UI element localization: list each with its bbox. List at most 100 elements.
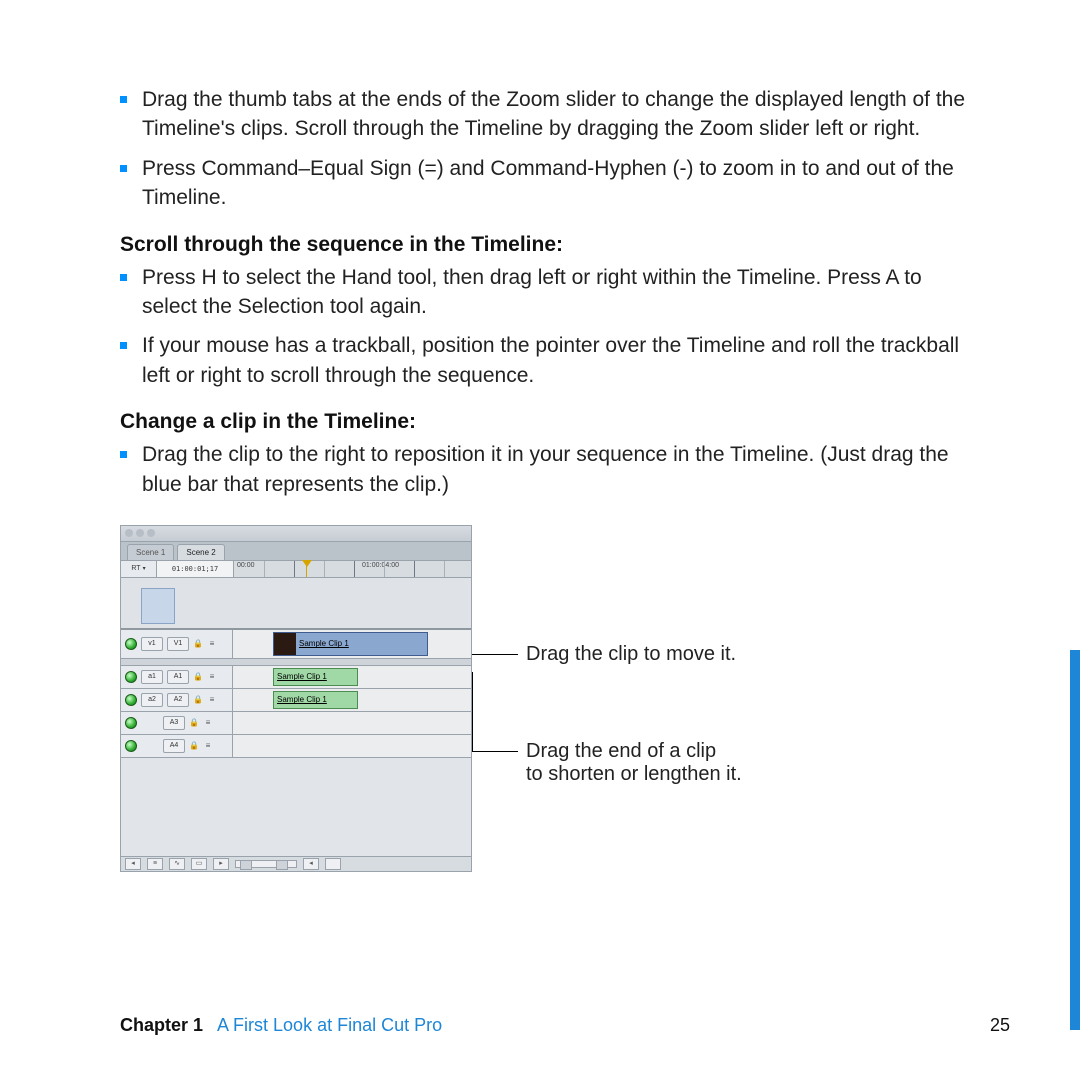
clip-label: Sample Clip 1: [299, 639, 349, 648]
insert-ghost-clip: [141, 588, 175, 624]
canvas-gap: [121, 578, 471, 630]
rt-label: RT: [131, 565, 140, 572]
track-body-a1[interactable]: Sample Clip 1: [233, 666, 471, 688]
track-divider: [121, 659, 471, 666]
timeline-panel: Scene 1 Scene 2 RT ▾ 01:00:01;17 00:00 0…: [120, 525, 472, 872]
footer-chapter: Chapter 1: [120, 1015, 203, 1036]
window-titlebar: [121, 526, 471, 542]
document-page: Drag the thumb tabs at the ends of the Z…: [0, 0, 1080, 1080]
dest-a4-button[interactable]: A4: [163, 739, 185, 753]
scroll-left-button[interactable]: ◂: [303, 858, 319, 870]
dest-a2-button[interactable]: A2: [167, 693, 189, 707]
track-body-a3[interactable]: [233, 712, 471, 734]
video-clip-sample-1[interactable]: Sample Clip 1: [273, 632, 428, 656]
track-header-a4[interactable]: A4 🔒 ≡: [121, 735, 233, 757]
rt-popup-button[interactable]: RT ▾: [121, 561, 157, 577]
clip-label: Sample Clip 1: [277, 672, 327, 681]
track-enable-led-icon[interactable]: [125, 694, 137, 706]
footer-button[interactable]: ▭: [191, 858, 207, 870]
callout-move-clip: Drag the clip to move it.: [500, 643, 736, 666]
track-header-a1[interactable]: a1 A1 🔒 ≡: [121, 666, 233, 688]
footer-page-number: 25: [990, 1015, 1010, 1036]
ruler-row: RT ▾ 01:00:01;17 00:00 01:00:04:00: [121, 561, 471, 578]
tab-scene-1[interactable]: Scene 1: [127, 544, 174, 560]
track-enable-led-icon[interactable]: [125, 740, 137, 752]
section-heading-scroll: Scroll through the sequence in the Timel…: [120, 233, 972, 257]
audio-track-a3: A3 🔒 ≡: [121, 712, 471, 735]
section-edge-tab: [1070, 650, 1080, 1030]
dropdown-arrow-icon: ▾: [143, 565, 146, 572]
ruler-label-start: 00:00: [237, 562, 255, 569]
lock-icon[interactable]: 🔒: [193, 639, 203, 649]
autoselect-icon[interactable]: ≡: [207, 695, 217, 705]
scroll-box[interactable]: [325, 858, 341, 870]
close-dot-icon[interactable]: [125, 529, 133, 537]
audio-track-a2: a2 A2 🔒 ≡ Sample Clip 1: [121, 689, 471, 712]
time-ruler[interactable]: 00:00 01:00:04:00: [234, 561, 471, 577]
video-track-v1: v1 V1 🔒 ≡ Sample Clip 1: [121, 630, 471, 659]
scroll-bullet-list: Press H to select the Hand tool, then dr…: [120, 263, 972, 391]
current-timecode-field[interactable]: 01:00:01;17: [157, 561, 234, 577]
callout-text-line1: Drag the end of a clip: [526, 740, 716, 762]
callout-text: Drag the clip to move it.: [526, 643, 736, 665]
footer-title: A First Look at Final Cut Pro: [217, 1015, 442, 1036]
top-bullet-list: Drag the thumb tabs at the ends of the Z…: [120, 85, 972, 213]
source-a1-button[interactable]: a1: [141, 670, 163, 684]
footer-button[interactable]: ▸: [213, 858, 229, 870]
bullet-item: Drag the thumb tabs at the ends of the Z…: [120, 85, 972, 144]
track-body-v1[interactable]: Sample Clip 1: [233, 630, 471, 658]
audio-track-a4: A4 🔒 ≡: [121, 735, 471, 758]
tab-scene-2[interactable]: Scene 2: [177, 544, 224, 560]
sequence-tabs: Scene 1 Scene 2: [121, 542, 471, 561]
change-bullet-list: Drag the clip to the right to reposition…: [120, 440, 972, 499]
playhead-marker-icon: [302, 560, 312, 567]
track-enable-led-icon[interactable]: [125, 671, 137, 683]
dest-v1-button[interactable]: V1: [167, 637, 189, 651]
zoom-dot-icon[interactable]: [147, 529, 155, 537]
timeline-figure: Scene 1 Scene 2 RT ▾ 01:00:01;17 00:00 0…: [120, 525, 972, 872]
zoom-slider[interactable]: [235, 860, 297, 868]
track-enable-led-icon[interactable]: [125, 717, 137, 729]
clip-label: Sample Clip 1: [277, 695, 327, 704]
bullet-item: If your mouse has a trackball, position …: [120, 331, 972, 390]
zoom-thumb-right[interactable]: [276, 860, 288, 870]
lock-icon[interactable]: 🔒: [189, 718, 199, 728]
bullet-item: Press H to select the Hand tool, then dr…: [120, 263, 972, 322]
callout-text-line2: to shorten or lengthen it.: [526, 763, 742, 785]
lock-icon[interactable]: 🔒: [193, 695, 203, 705]
autoselect-icon[interactable]: ≡: [207, 639, 217, 649]
callout-resize-clip: Drag the end of a clip to shorten or len…: [500, 740, 742, 786]
track-header-a3[interactable]: A3 🔒 ≡: [121, 712, 233, 734]
clip-thumbnail: [274, 633, 296, 655]
playhead[interactable]: [306, 561, 307, 577]
track-enable-led-icon[interactable]: [125, 638, 137, 650]
bullet-item: Drag the clip to the right to reposition…: [120, 440, 972, 499]
track-header-v1[interactable]: v1 V1 🔒 ≡: [121, 630, 233, 658]
autoselect-icon[interactable]: ≡: [203, 718, 213, 728]
footer-button[interactable]: ≡: [147, 858, 163, 870]
minimize-dot-icon[interactable]: [136, 529, 144, 537]
footer-button[interactable]: ◂: [125, 858, 141, 870]
autoselect-icon[interactable]: ≡: [203, 741, 213, 751]
footer-button[interactable]: ∿: [169, 858, 185, 870]
ruler-label-end: 01:00:04:00: [362, 562, 399, 569]
autoselect-icon[interactable]: ≡: [207, 672, 217, 682]
track-body-a4[interactable]: [233, 735, 471, 757]
section-heading-change: Change a clip in the Timeline:: [120, 410, 972, 434]
zoom-thumb-left[interactable]: [240, 860, 252, 870]
bullet-item: Press Command–Equal Sign (=) and Command…: [120, 154, 972, 213]
source-v1-button[interactable]: v1: [141, 637, 163, 651]
source-a2-button[interactable]: a2: [141, 693, 163, 707]
lock-icon[interactable]: 🔒: [193, 672, 203, 682]
audio-clip-sample-1[interactable]: Sample Clip 1: [273, 668, 358, 686]
audio-clip-sample-2[interactable]: Sample Clip 1: [273, 691, 358, 709]
timeline-footer-bar: ◂ ≡ ∿ ▭ ▸ ◂: [121, 856, 471, 871]
track-header-a2[interactable]: a2 A2 🔒 ≡: [121, 689, 233, 711]
callout-bracket-icon: [452, 672, 473, 752]
track-body-a2[interactable]: Sample Clip 1: [233, 689, 471, 711]
page-footer: Chapter 1 A First Look at Final Cut Pro …: [120, 1015, 1010, 1036]
audio-track-a1: a1 A1 🔒 ≡ Sample Clip 1: [121, 666, 471, 689]
dest-a3-button[interactable]: A3: [163, 716, 185, 730]
lock-icon[interactable]: 🔒: [189, 741, 199, 751]
dest-a1-button[interactable]: A1: [167, 670, 189, 684]
